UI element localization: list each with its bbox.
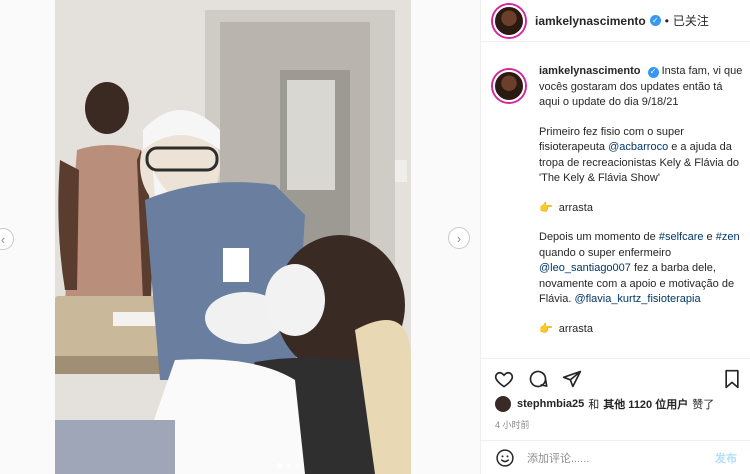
hashtag-zen[interactable]: #zen <box>716 231 740 243</box>
carousel-dot-active <box>277 463 282 468</box>
liker-username[interactable]: stephmbia25 <box>517 398 584 410</box>
carousel-dot <box>295 463 300 468</box>
post-comment-button[interactable]: 发布 <box>715 450 737 466</box>
caption-paragraph-3: 👉 arrasta <box>539 201 743 217</box>
caption-username[interactable]: iamkelynascimento <box>539 65 641 77</box>
comment-input[interactable]: 添加评论...... <box>527 450 715 466</box>
instagram-post-modal: ‹ › iamkelynascimento ✓ • 已关注 iamkelynas… <box>0 0 750 474</box>
caption-text-segment: quando o super enfermeiro <box>539 246 672 259</box>
caption-text-segment: e <box>703 231 716 243</box>
previous-post-button[interactable]: ‹ <box>0 228 14 250</box>
verified-badge-icon: ✓ <box>647 66 659 78</box>
share-button[interactable] <box>561 368 583 390</box>
caption-text-segment: Depois um momento de <box>539 231 659 243</box>
mention-leo-santiago007[interactable]: @leo_santiago007 <box>539 262 631 274</box>
post-timestamp[interactable]: 4 小时前 <box>495 418 530 431</box>
pointing-hand-icon: 👉 <box>539 322 553 335</box>
mention-acbarroco[interactable]: @acbarroco <box>608 141 668 153</box>
post-caption: iamkelynascimento ✓ Insta fam, vi que vo… <box>481 64 750 354</box>
follow-status-button[interactable]: 已关注 <box>673 12 709 29</box>
caption-swipe-text: arrasta <box>558 201 593 214</box>
carousel-dot <box>286 463 291 468</box>
bookmark-icon <box>725 369 739 388</box>
chevron-right-icon: › <box>456 230 462 246</box>
comment-icon <box>529 370 548 387</box>
caption-text: iamkelynascimento ✓ Insta fam, vi que vo… <box>539 64 743 354</box>
separator-dot: • <box>664 13 669 28</box>
carousel-indicator <box>277 463 300 468</box>
likes-and-text: 和 <box>588 399 600 411</box>
post-actions <box>481 358 750 398</box>
verified-badge-icon: ✓ <box>649 15 661 26</box>
next-image-button[interactable]: › <box>448 227 470 249</box>
author-avatar[interactable] <box>493 4 525 37</box>
comment-bar: 添加评论...... 发布 <box>481 440 750 474</box>
post-header: iamkelynascimento ✓ • 已关注 <box>481 0 750 42</box>
caption-paragraph-2: Primeiro fez fisio com o super fisiotera… <box>539 125 743 187</box>
caption-swipe-text: arrasta <box>558 322 593 335</box>
author-username[interactable]: iamkelynascimento <box>535 14 646 28</box>
chevron-left-icon: ‹ <box>0 231 6 247</box>
comment-button[interactable] <box>527 368 549 390</box>
save-button[interactable] <box>721 368 743 390</box>
caption-author-avatar[interactable] <box>493 70 525 102</box>
likes-summary: stephmbia25 和 其他 1120 位用户 赞了 <box>495 396 718 412</box>
like-button[interactable] <box>493 368 515 390</box>
pointing-hand-icon: 👉 <box>539 201 553 214</box>
post-sidebar: iamkelynascimento ✓ • 已关注 iamkelynascime… <box>480 0 750 474</box>
smiley-icon[interactable] <box>495 448 515 468</box>
likes-others-link[interactable]: 其他 1120 位用户 <box>603 399 688 411</box>
caption-paragraph-1: iamkelynascimento ✓ Insta fam, vi que vo… <box>539 64 743 111</box>
mention-flavia-kurtz[interactable]: @flavia_kurtz_fisioterapia <box>574 293 700 305</box>
likes-liked-text: 赞了 <box>692 399 715 411</box>
photo-illustration <box>55 0 411 474</box>
share-icon <box>562 370 582 387</box>
caption-paragraph-5: 👉 arrasta <box>539 322 743 338</box>
liker-avatar[interactable] <box>495 396 511 412</box>
heart-icon <box>494 371 514 387</box>
post-image[interactable] <box>55 0 411 474</box>
caption-paragraph-4: Depois um momento de #selfcare e #zen qu… <box>539 230 743 308</box>
hashtag-selfcare[interactable]: #selfcare <box>659 231 704 243</box>
